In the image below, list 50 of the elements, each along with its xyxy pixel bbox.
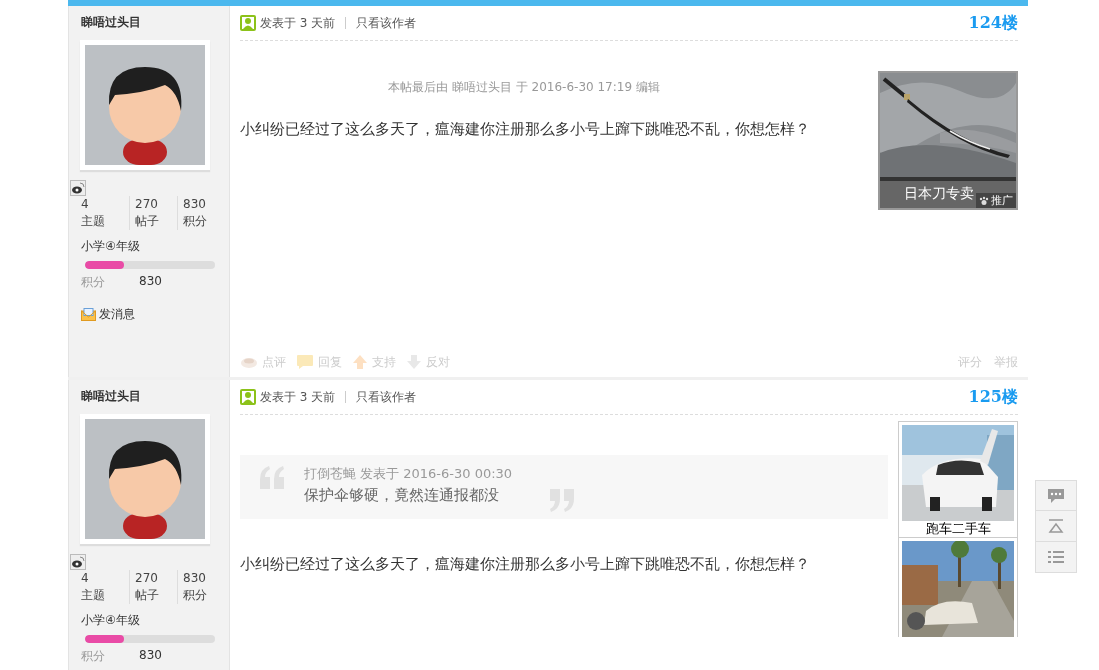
comment-icon — [1047, 487, 1065, 504]
stat-value: 270 — [135, 196, 159, 213]
post-body: 小纠纷已经过了这么多天了，瘟海建你注册那么多小号上蹿下跳唯恐不乱，你想怎样？ — [240, 555, 811, 574]
up-arrow-icon — [352, 354, 368, 370]
credits-label: 积分 — [81, 274, 106, 291]
user-icon — [240, 389, 256, 405]
credits-value: 830 — [139, 274, 162, 290]
stat-label: 积分 — [183, 587, 208, 604]
edit-note: 本帖最后由 睇唔过头目 于 2016-6-30 17:19 编辑 — [387, 79, 661, 96]
paw-icon — [979, 195, 989, 206]
quote-text: 保护伞够硬，竟然连通报都没 — [304, 486, 500, 505]
ad-card[interactable]: 跑车二手车 — [898, 421, 1018, 537]
author-name[interactable]: 睇唔过头目 — [69, 388, 229, 410]
stat-label: 主题 — [81, 587, 106, 604]
rank-label: 小学④年级 — [81, 612, 141, 629]
stat-value: 4 — [81, 570, 90, 587]
stat-label: 帖子 — [135, 213, 160, 230]
eye-icon[interactable] — [70, 180, 86, 196]
envelope-icon — [81, 308, 96, 321]
stat-label: 主题 — [81, 213, 106, 230]
author-only-link[interactable]: 只看该作者 — [356, 388, 417, 406]
comment-button[interactable] — [1035, 480, 1077, 511]
quote-author: 打倒苍蝇 发表于 2016-6-30 00:30 — [304, 465, 513, 483]
cup-icon — [240, 355, 258, 369]
speech-bubble-icon — [296, 354, 314, 370]
floor-number[interactable]: 125楼 — [968, 386, 1018, 408]
rank-label: 小学④年级 — [81, 238, 141, 255]
stat-label: 帖子 — [135, 587, 160, 604]
author-name[interactable]: 睇唔过头目 — [69, 14, 229, 36]
post-time: 发表于 3 天前 — [260, 388, 336, 406]
floor-number[interactable]: 124楼 — [968, 12, 1018, 34]
stat-label: 积分 — [183, 213, 208, 230]
ad-caption: 跑车二手车 — [924, 521, 992, 537]
user-icon — [240, 15, 256, 31]
send-message-link[interactable]: 发消息 — [81, 306, 229, 323]
stat-value: 830 — [183, 196, 207, 213]
list-button[interactable] — [1035, 542, 1077, 573]
stat-value: 4 — [81, 196, 90, 213]
post-body: 小纠纷已经过了这么多天了，瘟海建你注册那么多小号上蹿下跳唯恐不乱，你想怎样？ — [240, 120, 811, 139]
post-time: 发表于 3 天前 — [260, 14, 336, 32]
ad-card[interactable]: 日本刀专卖 推广 — [878, 71, 1018, 210]
eye-icon[interactable] — [70, 554, 86, 570]
stat-value: 830 — [183, 570, 207, 587]
list-icon — [1048, 550, 1064, 564]
credits-label: 积分 — [81, 648, 106, 665]
stat-value: 270 — [135, 570, 159, 587]
credits-value: 830 — [139, 648, 162, 664]
author-only-link[interactable]: 只看该作者 — [356, 14, 417, 32]
promo-label: 推广 — [991, 193, 1013, 208]
back-to-top-icon — [1048, 518, 1064, 534]
